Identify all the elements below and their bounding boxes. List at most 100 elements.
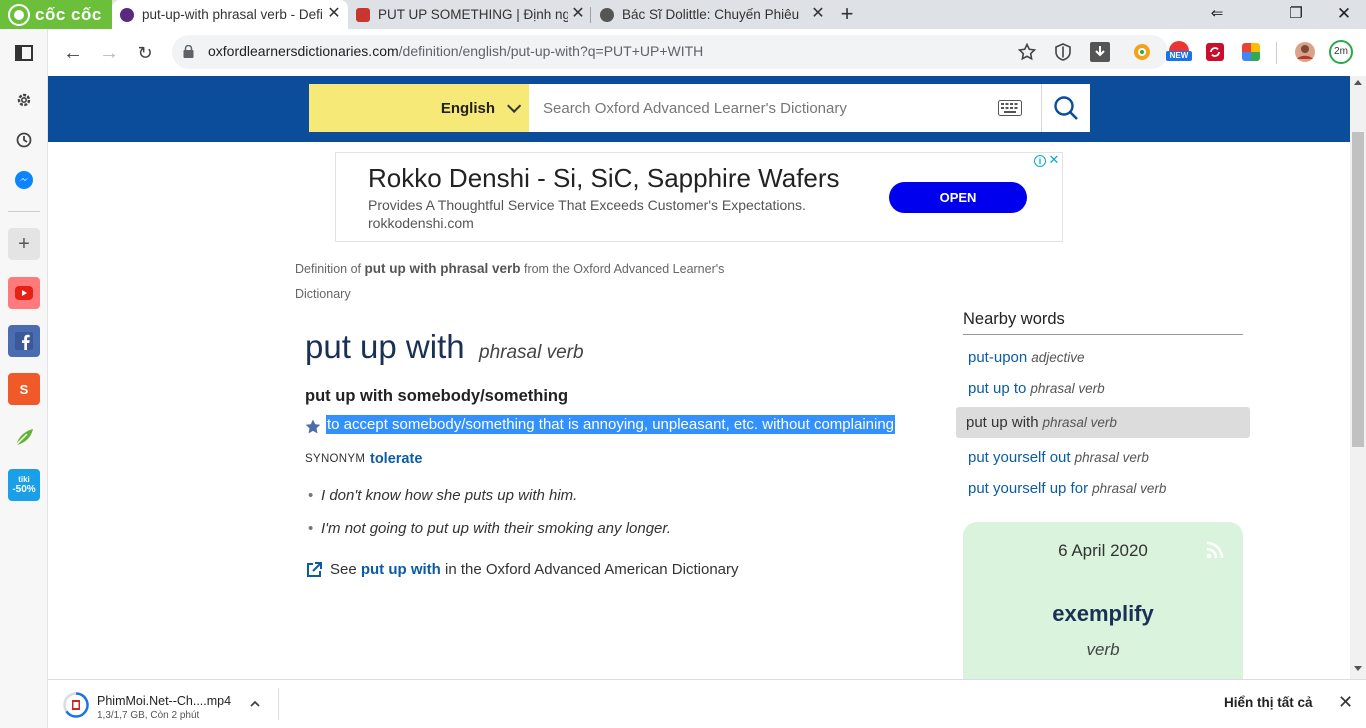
- shield-icon[interactable]: [1054, 43, 1072, 61]
- url-path: /definition/english/put-up-with?q=PUT+UP…: [398, 43, 704, 59]
- address-bar[interactable]: oxfordlearnersdictionaries.com/definitio…: [172, 35, 1168, 69]
- nearby-word: put-upon: [968, 349, 1028, 366]
- synonym-label: SYNONYM: [305, 453, 366, 465]
- see-prefix: See: [330, 561, 361, 578]
- nearby-word-item[interactable]: put-upon adjective: [956, 342, 1250, 373]
- example-sentence: • I'm not going to put up with their smok…: [308, 520, 671, 537]
- download-separator: [278, 688, 279, 720]
- download-page-icon[interactable]: [1090, 42, 1110, 62]
- nearby-words-title: Nearby words: [963, 310, 1243, 335]
- tab-title: put-up-with phrasal verb - Defi: [142, 7, 323, 22]
- scroll-up-icon[interactable]: [1354, 80, 1362, 85]
- nearby-word: put yourself out: [968, 449, 1071, 466]
- dictionary-search-input[interactable]: [529, 84, 1041, 132]
- dictionary-search: English: [309, 84, 1090, 132]
- history-icon[interactable]: [8, 124, 40, 156]
- close-download-bar-icon[interactable]: ✕: [1338, 693, 1353, 711]
- chevron-up-icon[interactable]: [248, 697, 262, 711]
- sidebar-toggle-icon[interactable]: [8, 37, 40, 69]
- tab-cambridge[interactable]: PUT UP SOMETHING | Định ngh ✕: [348, 0, 592, 29]
- download-filename: PhimMoi.Net--Ch....mp4: [97, 694, 232, 708]
- settings-gear-icon[interactable]: [8, 84, 40, 116]
- nearby-word-item[interactable]: put yourself up for phrasal verb: [956, 473, 1250, 504]
- show-all-downloads-button[interactable]: Hiển thị tất cả: [1224, 695, 1313, 710]
- rss-icon[interactable]: [1205, 540, 1225, 560]
- oxford-header: English: [48, 76, 1350, 142]
- profile-avatar-icon[interactable]: [1294, 41, 1316, 63]
- forward-button[interactable]: →: [96, 40, 122, 66]
- facebook-icon[interactable]: [8, 325, 40, 357]
- maximize-window-button[interactable]: ❐: [1285, 4, 1307, 24]
- timer-extension-icon[interactable]: 2m: [1329, 40, 1353, 64]
- keyboard-icon[interactable]: [998, 100, 1022, 116]
- american-dictionary-link[interactable]: put up with: [361, 561, 441, 578]
- see-also-line: See put up with in the Oxford Advanced A…: [305, 561, 739, 579]
- nearby-pos: phrasal verb: [1074, 450, 1149, 465]
- sync-extension-icon[interactable]: [1206, 43, 1224, 61]
- messenger-icon[interactable]: [8, 164, 40, 196]
- wotd-date: 6 April 2020: [1058, 541, 1148, 560]
- language-select[interactable]: English: [309, 84, 529, 132]
- advertisement[interactable]: Rokko Denshi - Si, SiC, Sapphire Wafers …: [335, 152, 1063, 242]
- sense-heading: put up with somebody/something: [305, 387, 569, 405]
- ad-description: Provides A Thoughtful Service That Excee…: [368, 197, 806, 213]
- oxford3000-star-icon: [305, 419, 321, 434]
- wotd-word[interactable]: exemplify: [963, 601, 1243, 627]
- nearby-word: put up to: [968, 380, 1027, 397]
- new-tab-button[interactable]: +: [836, 3, 858, 25]
- color-grid-extension-icon[interactable]: [1242, 43, 1260, 61]
- add-shortcut-icon[interactable]: +: [8, 228, 40, 260]
- nearby-word: put up with: [966, 414, 1039, 431]
- browser-sidebar: + S tiki -50%: [0, 29, 48, 728]
- bookmark-star-icon[interactable]: [1018, 43, 1036, 61]
- close-tab-icon[interactable]: ✕: [326, 6, 342, 22]
- nearby-word-item[interactable]: put yourself out phrasal verb: [956, 442, 1250, 473]
- chevron-down-icon: [507, 98, 522, 113]
- nearby-pos: adjective: [1031, 350, 1085, 365]
- url-text: oxfordlearnersdictionaries.com/definitio…: [208, 43, 703, 59]
- search-button[interactable]: [1041, 84, 1090, 132]
- back-button[interactable]: ←: [60, 40, 86, 66]
- ad-info-icon[interactable]: i: [1034, 155, 1046, 167]
- page-scrollbar[interactable]: [1350, 76, 1366, 679]
- word-of-the-day-card[interactable]: 6 April 2020 exemplify verb: [963, 522, 1243, 679]
- bullet-icon: •: [308, 520, 314, 537]
- scrollbar-thumb[interactable]: [1352, 132, 1364, 447]
- coccoc-brand-button[interactable]: cốc cốc: [0, 0, 112, 29]
- shopee-icon[interactable]: S: [8, 373, 40, 405]
- download-item[interactable]: PhimMoi.Net--Ch....mp4 1,3/1,7 GB, Còn 2…: [48, 680, 278, 728]
- nearby-word-item[interactable]: put up to phrasal verb: [956, 373, 1250, 404]
- tab-movie[interactable]: Bác Sĩ Dolittle: Chuyến Phiêu L ✕: [592, 0, 832, 29]
- news-extension-icon[interactable]: NEW: [1166, 41, 1192, 63]
- close-tab-icon[interactable]: ✕: [570, 6, 586, 22]
- headword: put up with: [305, 328, 465, 365]
- close-window-button[interactable]: ✕: [1333, 4, 1355, 24]
- tab-title: PUT UP SOMETHING | Định ngh: [378, 7, 568, 22]
- wotd-pos: verb: [1086, 640, 1120, 659]
- scroll-down-icon[interactable]: [1354, 666, 1362, 671]
- new-badge: NEW: [1166, 51, 1192, 61]
- bullet-icon: •: [308, 487, 314, 504]
- definition-text: to accept somebody/something that is ann…: [326, 415, 896, 434]
- search-icon: [1054, 96, 1078, 120]
- ad-close-icon[interactable]: ✕: [1048, 153, 1060, 167]
- lock-icon: [183, 45, 194, 58]
- tiki-icon[interactable]: tiki -50%: [8, 469, 40, 501]
- coccoc-logo-icon: [8, 3, 30, 26]
- nearby-word-item-current[interactable]: put up with phrasal verb: [956, 407, 1250, 438]
- restore-tabs-icon[interactable]: ⇐: [1206, 4, 1228, 24]
- reload-button[interactable]: ↻: [132, 40, 158, 66]
- close-tab-icon[interactable]: ✕: [810, 6, 826, 22]
- tab-oxford[interactable]: put-up-with phrasal verb - Defi ✕: [112, 0, 348, 29]
- ad-title[interactable]: Rokko Denshi - Si, SiC, Sapphire Wafers: [368, 163, 840, 194]
- nearby-pos: phrasal verb: [1042, 415, 1117, 430]
- nearby-pos: phrasal verb: [1030, 381, 1105, 396]
- tab-title: Bác Sĩ Dolittle: Chuyến Phiêu L: [622, 7, 802, 22]
- coccoc-savior-icon[interactable]: [1133, 43, 1151, 61]
- leaf-extension-icon[interactable]: [8, 421, 40, 453]
- sidebar-divider: [8, 211, 40, 212]
- youtube-icon[interactable]: [8, 277, 40, 309]
- ad-open-button[interactable]: OPEN: [889, 182, 1027, 213]
- oxford-favicon-icon: [120, 7, 134, 22]
- synonym-link[interactable]: tolerate: [370, 451, 422, 467]
